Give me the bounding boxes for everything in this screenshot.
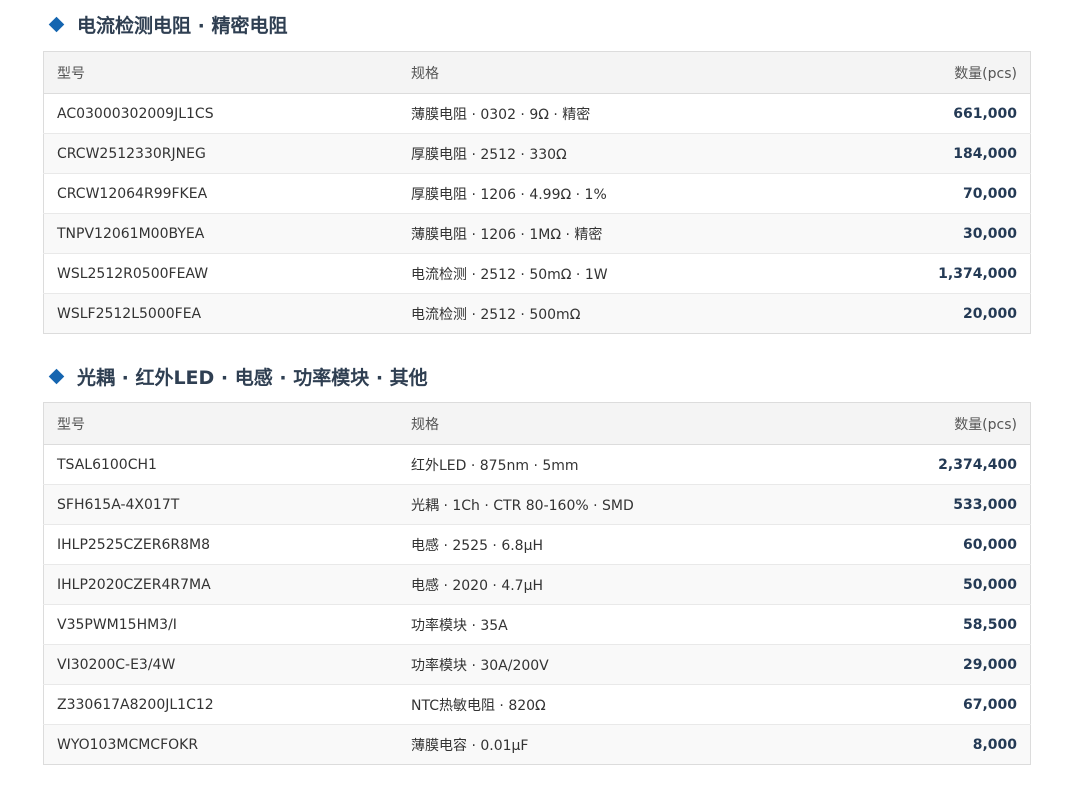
table-row: WYO103MCMCFOKR 薄膜电容 · 0.01μF 8,000 [43, 724, 1031, 765]
table-row: IHLP2020CZER4R7MA 电感 · 2020 · 4.7μH 50,0… [43, 564, 1031, 605]
cell-model: WSL2512R0500FEAW [43, 253, 398, 294]
section-title-text: 光耦 · 红外LED · 电感 · 功率模块 · 其他 [77, 366, 428, 389]
table-row: CRCW12064R99FKEA 厚膜电阻 · 1206 · 4.99Ω · 1… [43, 173, 1031, 214]
table-header-row: 型号 规格 数量(pcs) [43, 402, 1031, 445]
cell-model: AC03000302009JL1CS [43, 93, 398, 134]
cell-qty: 70,000 [844, 173, 1031, 214]
cell-spec: 功率模块 · 30A/200V [398, 644, 844, 685]
cell-model: SFH615A-4X017T [43, 484, 398, 525]
cell-spec: 厚膜电阻 · 1206 · 4.99Ω · 1% [398, 173, 844, 214]
cell-spec: 电流检测 · 2512 · 50mΩ · 1W [398, 253, 844, 294]
diamond-bullet-icon [48, 368, 65, 384]
cell-spec: 薄膜电容 · 0.01μF [411, 737, 529, 754]
cell-model: IHLP2020CZER4R7MA [43, 564, 398, 605]
table-row: TNPV12061M00BYEA 薄膜电阻 · 1206 · 1MΩ · 精密 … [43, 213, 1031, 254]
table-row: AC03000302009JL1CS 薄膜电阻 · 0302 · 9Ω · 精密… [43, 93, 1031, 134]
cell-model: V35PWM15HM3/I [43, 604, 398, 645]
section-title-resistors: 电流检测电阻 · 精密电阻 [48, 10, 287, 38]
cell-qty: 58,500 [844, 604, 1031, 645]
cell-model: CRCW2512330RJNEG [43, 133, 398, 174]
cell-spec: NTC热敏电阻 · 820Ω [398, 684, 844, 725]
cell-model: VI30200C-E3/4W [43, 644, 398, 685]
table-row: IHLP2525CZER6R8M8 电感 · 2525 · 6.8μH 60,0… [43, 524, 1031, 565]
cell-model: TSAL6100CH1 [43, 444, 398, 485]
header-model: 型号 [43, 51, 398, 94]
cell-qty: 67,000 [844, 684, 1031, 725]
cell-spec: 光耦 · 1Ch · CTR 80-160% · SMD [398, 484, 844, 525]
cell-qty: 29,000 [844, 644, 1031, 685]
table-row: WSLF2512L5000FEA 电流检测 · 2512 · 500mΩ 20,… [43, 293, 1031, 334]
table-row: CRCW2512330RJNEG 厚膜电阻 · 2512 · 330Ω 184,… [43, 133, 1031, 174]
header-model: 型号 [43, 402, 398, 445]
cell-qty: 184,000 [844, 133, 1031, 174]
section-title-text: 电流检测电阻 · 精密电阻 [77, 14, 288, 37]
table-row: V35PWM15HM3/I 功率模块 · 35A 58,500 [43, 604, 1031, 645]
cell-qty: 533,000 [844, 484, 1031, 525]
cell-spec: 功率模块 · 35A [398, 604, 844, 645]
table-row: Z330617A8200JL1C12 NTC热敏电阻 · 820Ω 67,000 [43, 684, 1031, 725]
cell-qty: 50,000 [844, 564, 1031, 605]
header-spec: 规格 [398, 402, 844, 445]
cell-model: IHLP2525CZER6R8M8 [43, 524, 398, 565]
cell-qty: 8,000 [972, 736, 1017, 753]
cell-spec: 电感 · 2525 · 6.8μH [398, 524, 844, 565]
cell-spec: 薄膜电阻 · 1206 · 1MΩ · 精密 [398, 213, 844, 254]
section-title-others: 光耦 · 红外LED · 电感 · 功率模块 · 其他 [48, 362, 428, 390]
cell-qty: 60,000 [844, 524, 1031, 565]
cell-model: WSLF2512L5000FEA [57, 305, 202, 322]
table-row: TSAL6100CH1 红外LED · 875nm · 5mm 2,374,40… [43, 444, 1031, 485]
cell-qty: 30,000 [844, 213, 1031, 254]
cell-qty: 20,000 [962, 305, 1017, 322]
diamond-bullet-icon [48, 16, 65, 32]
header-qty: 数量(pcs) [844, 402, 1031, 445]
table-row: WSL2512R0500FEAW 电流检测 · 2512 · 50mΩ · 1W… [43, 253, 1031, 294]
cell-spec: 电流检测 · 2512 · 500mΩ [411, 306, 581, 323]
cell-model: TNPV12061M00BYEA [43, 213, 398, 254]
cell-spec: 厚膜电阻 · 2512 · 330Ω [398, 133, 844, 174]
cell-spec: 电感 · 2020 · 4.7μH [398, 564, 844, 605]
table-row: SFH615A-4X017T 光耦 · 1Ch · CTR 80-160% · … [43, 484, 1031, 525]
table-row: VI30200C-E3/4W 功率模块 · 30A/200V 29,000 [43, 644, 1031, 685]
table-header-row: 型号 规格 数量(pcs) [43, 51, 1031, 94]
header-spec: 规格 [398, 51, 844, 94]
cell-spec: 红外LED · 875nm · 5mm [398, 444, 844, 485]
cell-model: Z330617A8200JL1C12 [43, 684, 398, 725]
cell-model: WYO103MCMCFOKR [57, 736, 199, 753]
cell-qty: 2,374,400 [844, 444, 1031, 485]
cell-model: CRCW12064R99FKEA [43, 173, 398, 214]
misc-components-table: 型号 规格 数量(pcs) TSAL6100CH1 红外LED · 875nm … [43, 402, 1031, 765]
cell-qty: 661,000 [844, 93, 1031, 134]
resistor-table: 型号 规格 数量(pcs) AC03000302009JL1CS 薄膜电阻 · … [43, 51, 1031, 334]
cell-spec: 薄膜电阻 · 0302 · 9Ω · 精密 [398, 93, 844, 134]
header-qty: 数量(pcs) [844, 51, 1031, 94]
page: 电流检测电阻 · 精密电阻 型号 规格 数量(pcs) AC0300030200… [0, 0, 1075, 785]
cell-qty: 1,374,000 [844, 253, 1031, 294]
